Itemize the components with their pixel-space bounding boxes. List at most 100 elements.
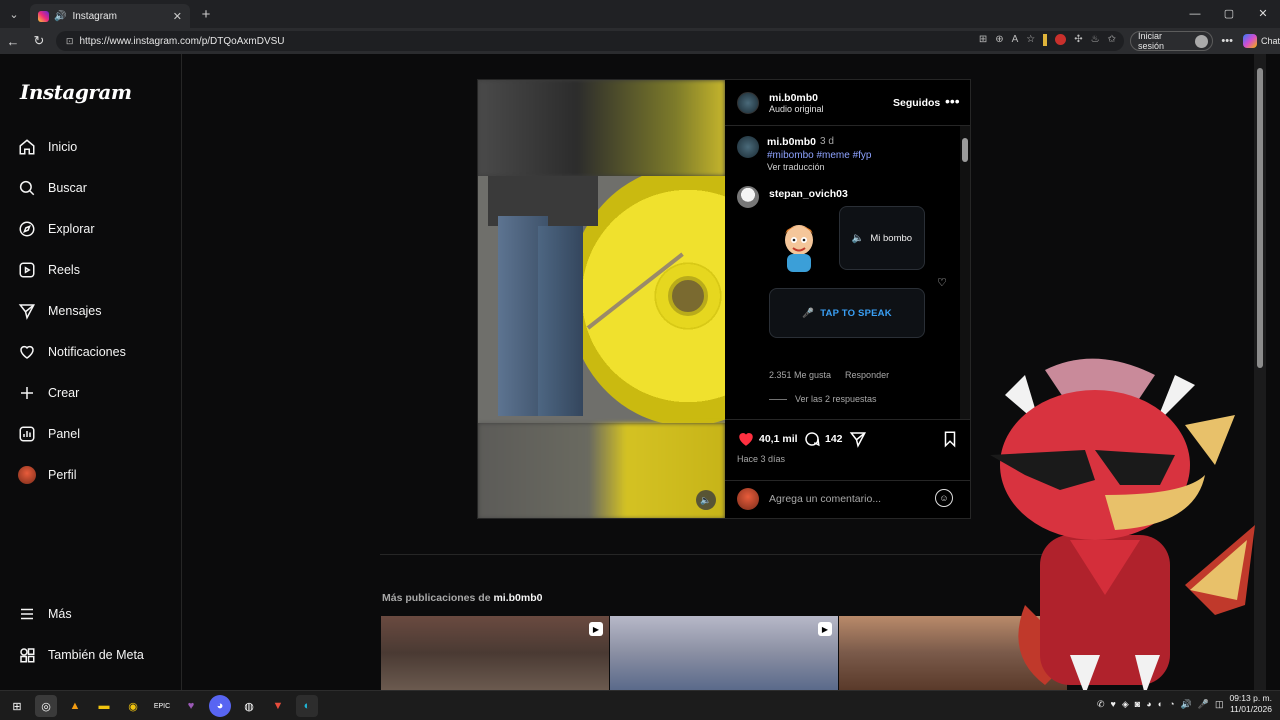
discord-tray-icon[interactable]: ◕ bbox=[1146, 699, 1151, 709]
caption-hashtags[interactable]: #mibombo #meme #fyp bbox=[767, 150, 872, 161]
minimize-button[interactable]: — bbox=[1178, 0, 1212, 28]
tap-label: TAP TO SPEAK bbox=[820, 307, 892, 319]
comments-scrollbar[interactable] bbox=[960, 126, 970, 419]
back-button[interactable]: ← bbox=[0, 34, 26, 49]
sidebar-item-inicio[interactable]: Inicio bbox=[18, 134, 77, 160]
tray-icon[interactable]: ◐ bbox=[1158, 699, 1163, 709]
network-icon[interactable]: ◫ bbox=[1215, 699, 1224, 710]
discord-icon[interactable]: ◕ bbox=[209, 695, 231, 717]
likes-count[interactable]: 40,1 mil bbox=[759, 433, 798, 445]
favorites-icon[interactable]: ✩ bbox=[1108, 34, 1116, 46]
post-thumbnail[interactable]: ▶ bbox=[610, 616, 838, 690]
tray-icon[interactable]: ◙ bbox=[1135, 699, 1140, 709]
sidebar-item-buscar[interactable]: Buscar bbox=[18, 175, 87, 201]
scroll-thumb[interactable] bbox=[1257, 68, 1263, 368]
audio-original-link[interactable]: Audio original bbox=[769, 104, 824, 114]
view-replies-link[interactable]: Ver las 2 respuestas bbox=[769, 394, 877, 404]
caption-username[interactable]: mi.b0mb0 bbox=[767, 136, 816, 148]
new-tab-button[interactable]: + bbox=[194, 6, 218, 23]
commenter-username[interactable]: stepan_ovich03 bbox=[769, 188, 848, 200]
voice-bubble[interactable]: 🔈 Mi bombo bbox=[839, 206, 925, 270]
obs-icon[interactable]: ◍ bbox=[238, 695, 260, 717]
author-username[interactable]: mi.b0mb0 bbox=[769, 92, 818, 104]
sidebar-item-label: Notificaciones bbox=[48, 345, 126, 359]
address-bar-icons: ⊞ ⊕ A ☆ ✣ ♨ ✩ bbox=[979, 34, 1116, 46]
windows-taskbar: ⊞ ◎ ▲ ▬ ◉ EPIC ♥ ◕ ◍ ▼ ◐ ✆ ♥ ◈ ◙ ◕ ◐ ◔ 🔊… bbox=[0, 690, 1280, 720]
tab-actions-icon[interactable]: ⌄ bbox=[0, 0, 28, 28]
mic-icon[interactable]: 🎤 bbox=[1198, 699, 1209, 710]
site-info-icon[interactable]: ⊡ bbox=[66, 36, 74, 47]
tap-to-speak-button[interactable]: 🎤 TAP TO SPEAK bbox=[769, 288, 925, 338]
app-icon[interactable]: ▼ bbox=[267, 695, 289, 717]
sidebar-item-meta[interactable]: También de Meta bbox=[18, 642, 144, 668]
tray-icon[interactable]: ◈ bbox=[1122, 699, 1129, 710]
file-explorer-icon[interactable]: ▬ bbox=[93, 695, 115, 717]
reload-button[interactable]: ↻ bbox=[26, 33, 52, 49]
volume-icon[interactable]: 🔈 bbox=[696, 490, 716, 510]
reply-link[interactable]: Responder bbox=[845, 370, 889, 380]
extension-red-icon[interactable] bbox=[1055, 34, 1067, 45]
app-icon[interactable]: ◉ bbox=[122, 695, 144, 717]
compass-icon bbox=[18, 220, 36, 238]
whatsapp-icon[interactable]: ✆ bbox=[1097, 699, 1105, 710]
close-tab-icon[interactable]: ✕ bbox=[173, 10, 182, 23]
sidebar-item-panel[interactable]: Panel bbox=[18, 421, 80, 447]
comment-input[interactable]: Agrega un comentario... bbox=[769, 493, 881, 505]
share-button[interactable] bbox=[849, 430, 867, 448]
scroll-thumb[interactable] bbox=[962, 138, 968, 162]
vlc-icon[interactable]: ▲ bbox=[64, 695, 86, 717]
read-aloud-icon[interactable]: A bbox=[1012, 34, 1019, 46]
post-thumbnail[interactable]: ▶ bbox=[381, 616, 609, 690]
sidebar-item-crear[interactable]: Crear bbox=[18, 380, 79, 406]
volume-tray-icon[interactable]: 🔊 bbox=[1181, 699, 1192, 710]
emoji-icon[interactable]: ☺ bbox=[935, 489, 953, 507]
tray-icon[interactable]: ◔ bbox=[1169, 699, 1174, 709]
speaker-icon: 🔈 bbox=[851, 232, 865, 244]
performance-icon[interactable]: ♨ bbox=[1091, 34, 1100, 46]
sidebar-item-mas[interactable]: Más bbox=[18, 601, 72, 627]
following-button[interactable]: Seguidos bbox=[893, 97, 940, 109]
copilot-chat-button[interactable]: Chat bbox=[1242, 34, 1280, 48]
zoom-icon[interactable]: ⊕ bbox=[995, 34, 1003, 46]
sidebar-item-notificaciones[interactable]: Notificaciones bbox=[18, 339, 126, 365]
tab-instagram[interactable]: 🔊 Instagram ✕ bbox=[30, 4, 190, 28]
address-bar[interactable]: ⊡ https://www.instagram.com/p/DTQoAxmDVS… bbox=[55, 31, 1125, 51]
edge-icon[interactable]: ◐ bbox=[296, 695, 318, 717]
app-icon[interactable]: ♥ bbox=[180, 695, 202, 717]
see-translation-link[interactable]: Ver traducción bbox=[767, 162, 825, 172]
more-options-icon[interactable]: ••• bbox=[945, 93, 960, 109]
audio-playing-icon[interactable]: 🔊 bbox=[54, 11, 66, 22]
like-button[interactable]: 40,1 mil bbox=[737, 430, 798, 448]
close-window-button[interactable]: ✕ bbox=[1246, 0, 1280, 28]
save-button[interactable] bbox=[941, 430, 959, 448]
sidebar-item-perfil[interactable]: Perfil bbox=[18, 462, 76, 488]
browser-menu-icon[interactable]: ••• bbox=[1221, 35, 1233, 47]
signin-button[interactable]: Iniciar sesión bbox=[1130, 31, 1214, 51]
extensions-puzzle-icon[interactable]: ✣ bbox=[1074, 34, 1082, 46]
reel-icon: ▶ bbox=[589, 622, 603, 636]
instagram-logo[interactable]: Instagram bbox=[20, 80, 132, 104]
sidebar-item-label: Inicio bbox=[48, 140, 78, 154]
comment-likes[interactable]: 2.351 Me gusta bbox=[769, 370, 831, 380]
sidebar-item-explorar[interactable]: Explorar bbox=[18, 216, 95, 242]
extension-yellow-icon[interactable] bbox=[1043, 34, 1048, 46]
author-avatar[interactable] bbox=[737, 92, 759, 114]
caption-avatar[interactable] bbox=[737, 136, 759, 158]
epic-games-icon[interactable]: EPIC bbox=[151, 695, 173, 717]
more-posts-user[interactable]: mi.b0mb0 bbox=[493, 592, 542, 604]
start-icon[interactable]: ⊞ bbox=[6, 695, 28, 717]
favorite-star-icon[interactable]: ☆ bbox=[1026, 34, 1035, 46]
maximize-button[interactable]: ▢ bbox=[1212, 0, 1246, 28]
sidebar-item-mensajes[interactable]: Mensajes bbox=[18, 298, 102, 324]
app-icon[interactable]: ◎ bbox=[35, 695, 57, 717]
clock[interactable]: 09:13 p. m. 11/01/2026 bbox=[1229, 693, 1272, 715]
comment-button[interactable]: 142 bbox=[803, 430, 843, 448]
tray-icon[interactable]: ♥ bbox=[1111, 699, 1116, 709]
app-available-icon[interactable]: ⊞ bbox=[979, 34, 987, 46]
comments-list[interactable]: mi.b0mb0 3 d #mibombo #meme #fyp Ver tra… bbox=[725, 126, 970, 420]
post-video[interactable]: 🔈 bbox=[478, 80, 725, 518]
sidebar-item-label: Mensajes bbox=[48, 304, 102, 318]
sidebar-item-reels[interactable]: Reels bbox=[18, 257, 80, 283]
commenter-avatar[interactable] bbox=[737, 186, 759, 208]
like-comment-icon[interactable]: ♡ bbox=[937, 276, 947, 289]
